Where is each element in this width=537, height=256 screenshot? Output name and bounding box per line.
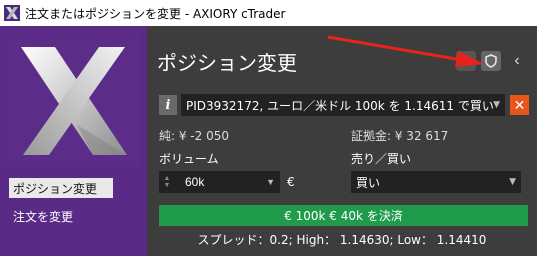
chevron-down-icon: ▼ — [493, 100, 500, 110]
modify-position-panel: ポジション変更 ‹ i PID3932172, ユーロ／米ドル 100k を 1… — [147, 26, 537, 256]
quote-info: スプレッド：0.2; High： 1.14630; Low： 1.14410 — [197, 233, 487, 247]
app-icon — [4, 5, 20, 21]
sidebar-item-label: ポジション変更 — [13, 181, 98, 196]
volume-currency: € — [287, 175, 295, 189]
title-bar: 注文またはポジションを変更 - AXIORY cTrader — [0, 0, 537, 26]
axiory-logo — [7, 33, 139, 167]
info-icon[interactable]: i — [159, 95, 177, 115]
settings-icon[interactable] — [456, 51, 476, 71]
sidebar: ポジション変更 注文を変更 — [0, 26, 147, 256]
chevron-down-icon: ▼ — [509, 177, 516, 187]
chevron-left-icon[interactable]: ‹ — [507, 51, 527, 71]
sidebar-item-modify-order[interactable]: 注文を変更 — [9, 206, 145, 226]
close-icon[interactable]: ✕ — [510, 95, 529, 115]
position-select-value: PID3932172, ユーロ／米ドル 100k を 1.14611 で買い — [186, 98, 494, 113]
side-select-value: 買い — [356, 175, 381, 190]
side-label: 売り／買い — [351, 152, 412, 166]
volume-input[interactable]: ▲ ▼ 60k ▼ — [159, 171, 280, 193]
sidebar-item-modify-position[interactable]: ポジション変更 — [9, 178, 113, 198]
volume-value: 60k — [185, 175, 205, 189]
side-select[interactable]: 買い ▼ — [351, 171, 521, 193]
close-position-label: € 100k € 40k を決済 — [284, 209, 403, 223]
chevron-down-icon: ▼ — [266, 177, 275, 187]
sidebar-item-label: 注文を変更 — [13, 209, 74, 224]
margin: 証拠金: ¥ 32 617 — [351, 129, 449, 143]
shield-icon[interactable] — [481, 51, 501, 71]
quantity-stepper[interactable]: ▲ ▼ — [161, 175, 173, 189]
net-pl: 純: ¥ -2 050 — [159, 129, 229, 143]
volume-label: ボリューム — [159, 152, 219, 166]
position-select[interactable]: PID3932172, ユーロ／米ドル 100k を 1.14611 で買い ▼ — [181, 94, 505, 116]
window-title: 注文またはポジションを変更 - AXIORY cTrader — [25, 6, 286, 21]
page-title: ポジション変更 — [157, 51, 297, 75]
close-position-button[interactable]: € 100k € 40k を決済 — [159, 205, 528, 226]
